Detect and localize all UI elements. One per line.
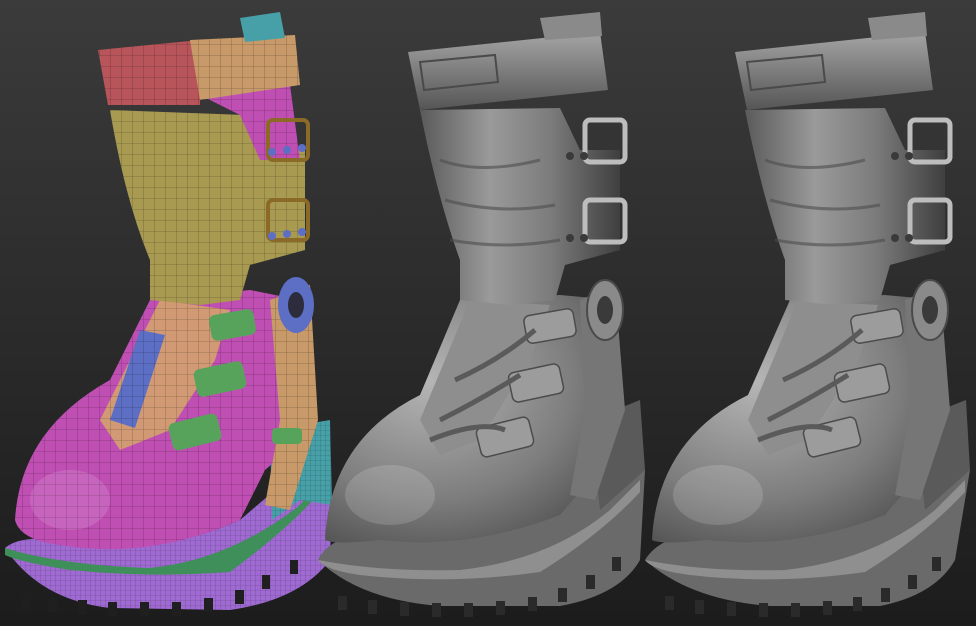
render-viewport [0, 0, 976, 626]
boots-render [0, 0, 976, 626]
